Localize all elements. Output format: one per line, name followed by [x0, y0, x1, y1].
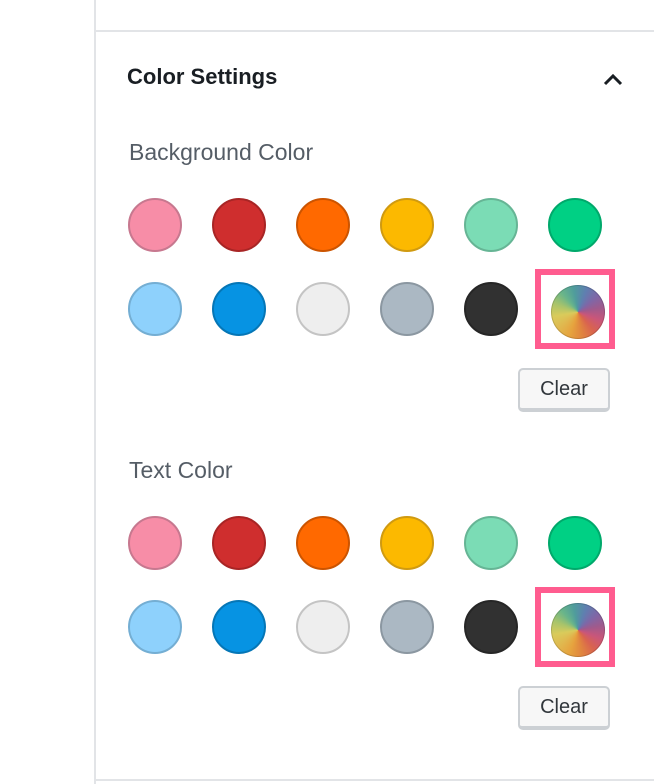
color-swatch-light-green-cyan[interactable]: [464, 516, 518, 570]
color-swatch-light-green-cyan[interactable]: [464, 198, 518, 252]
color-swatch-vivid-red[interactable]: [212, 198, 266, 252]
color-swatch-pale-cyan-blue[interactable]: [128, 282, 182, 336]
color-swatch-luminous-vivid-orange[interactable]: [296, 198, 350, 252]
color-swatch-vivid-cyan-blue[interactable]: [212, 282, 266, 336]
color-swatch-vivid-red[interactable]: [212, 516, 266, 570]
text-color-clear-button[interactable]: Clear: [518, 686, 610, 730]
color-settings-panel-toggle[interactable]: Color Settings: [127, 62, 627, 96]
color-swatch-vivid-green-cyan[interactable]: [548, 198, 602, 252]
text-color-label: Text Color: [129, 457, 233, 483]
color-swatch-pale-cyan-blue[interactable]: [128, 600, 182, 654]
custom-color-highlight: [535, 269, 615, 349]
color-swatch-pale-pink[interactable]: [128, 198, 182, 252]
color-swatch-vivid-green-cyan[interactable]: [548, 516, 602, 570]
color-swatch-very-dark-gray[interactable]: [464, 282, 518, 336]
color-swatch-vivid-cyan-blue[interactable]: [212, 600, 266, 654]
color-swatch-luminous-vivid-amber[interactable]: [380, 198, 434, 252]
color-swatch-very-light-gray[interactable]: [296, 282, 350, 336]
background-color-clear-button[interactable]: Clear: [518, 368, 610, 412]
color-swatch-pale-pink[interactable]: [128, 516, 182, 570]
panel-divider-top: [96, 30, 654, 32]
color-swatch-cyan-bluish-gray[interactable]: [380, 600, 434, 654]
color-swatch-luminous-vivid-amber[interactable]: [380, 516, 434, 570]
color-swatch-very-dark-gray[interactable]: [464, 600, 518, 654]
color-wheel-icon[interactable]: [551, 285, 605, 339]
panel-divider-bottom: [96, 779, 654, 781]
sidebar-left-border: [94, 0, 96, 784]
panel-title: Color Settings: [127, 64, 278, 89]
color-swatch-luminous-vivid-orange[interactable]: [296, 516, 350, 570]
chevron-up-icon: [603, 73, 623, 86]
color-swatch-cyan-bluish-gray[interactable]: [380, 282, 434, 336]
background-color-label: Background Color: [129, 139, 314, 165]
color-wheel-icon[interactable]: [551, 603, 605, 657]
color-swatch-very-light-gray[interactable]: [296, 600, 350, 654]
custom-color-highlight: [535, 587, 615, 667]
